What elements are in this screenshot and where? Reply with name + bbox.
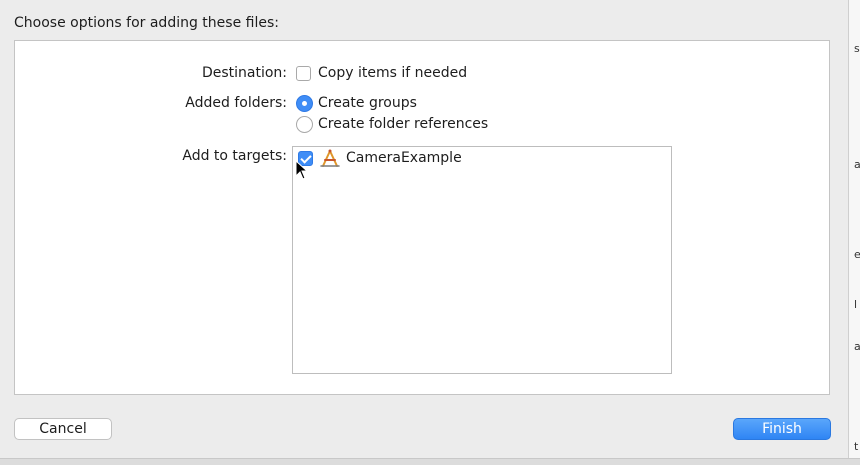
background-text-fragment: a [854, 158, 860, 171]
background-text-fragment: e [854, 248, 860, 261]
create-folder-references-radio[interactable] [296, 116, 313, 133]
add-to-targets-label: Add to targets: [182, 148, 287, 164]
finish-button[interactable]: Finish [733, 418, 831, 440]
add-files-dialog: Choose options for adding these files: D… [0, 0, 848, 458]
targets-list[interactable]: CameraExample [292, 146, 672, 374]
background-text-fragment: t [854, 440, 859, 453]
added-folders-label: Added folders: [185, 95, 287, 111]
target-name-cameraexample[interactable]: CameraExample [346, 150, 462, 166]
mouse-cursor-icon [295, 160, 309, 180]
app-target-icon [320, 149, 340, 167]
create-folder-references-label[interactable]: Create folder references [318, 116, 488, 132]
copy-items-label[interactable]: Copy items if needed [318, 65, 467, 81]
background-text-fragment: l [854, 298, 858, 311]
options-panel: Destination: Copy items if needed Added … [14, 40, 830, 395]
background-window: s a e l a t [848, 0, 860, 464]
copy-items-checkbox[interactable] [296, 66, 311, 81]
destination-label: Destination: [201, 65, 287, 81]
create-groups-radio[interactable] [296, 95, 313, 112]
dialog-title: Choose options for adding these files: [14, 15, 279, 31]
cancel-button[interactable]: Cancel [14, 418, 112, 440]
background-text-fragment: a [854, 340, 860, 353]
background-text-fragment: s [854, 42, 860, 55]
create-groups-label[interactable]: Create groups [318, 95, 417, 111]
